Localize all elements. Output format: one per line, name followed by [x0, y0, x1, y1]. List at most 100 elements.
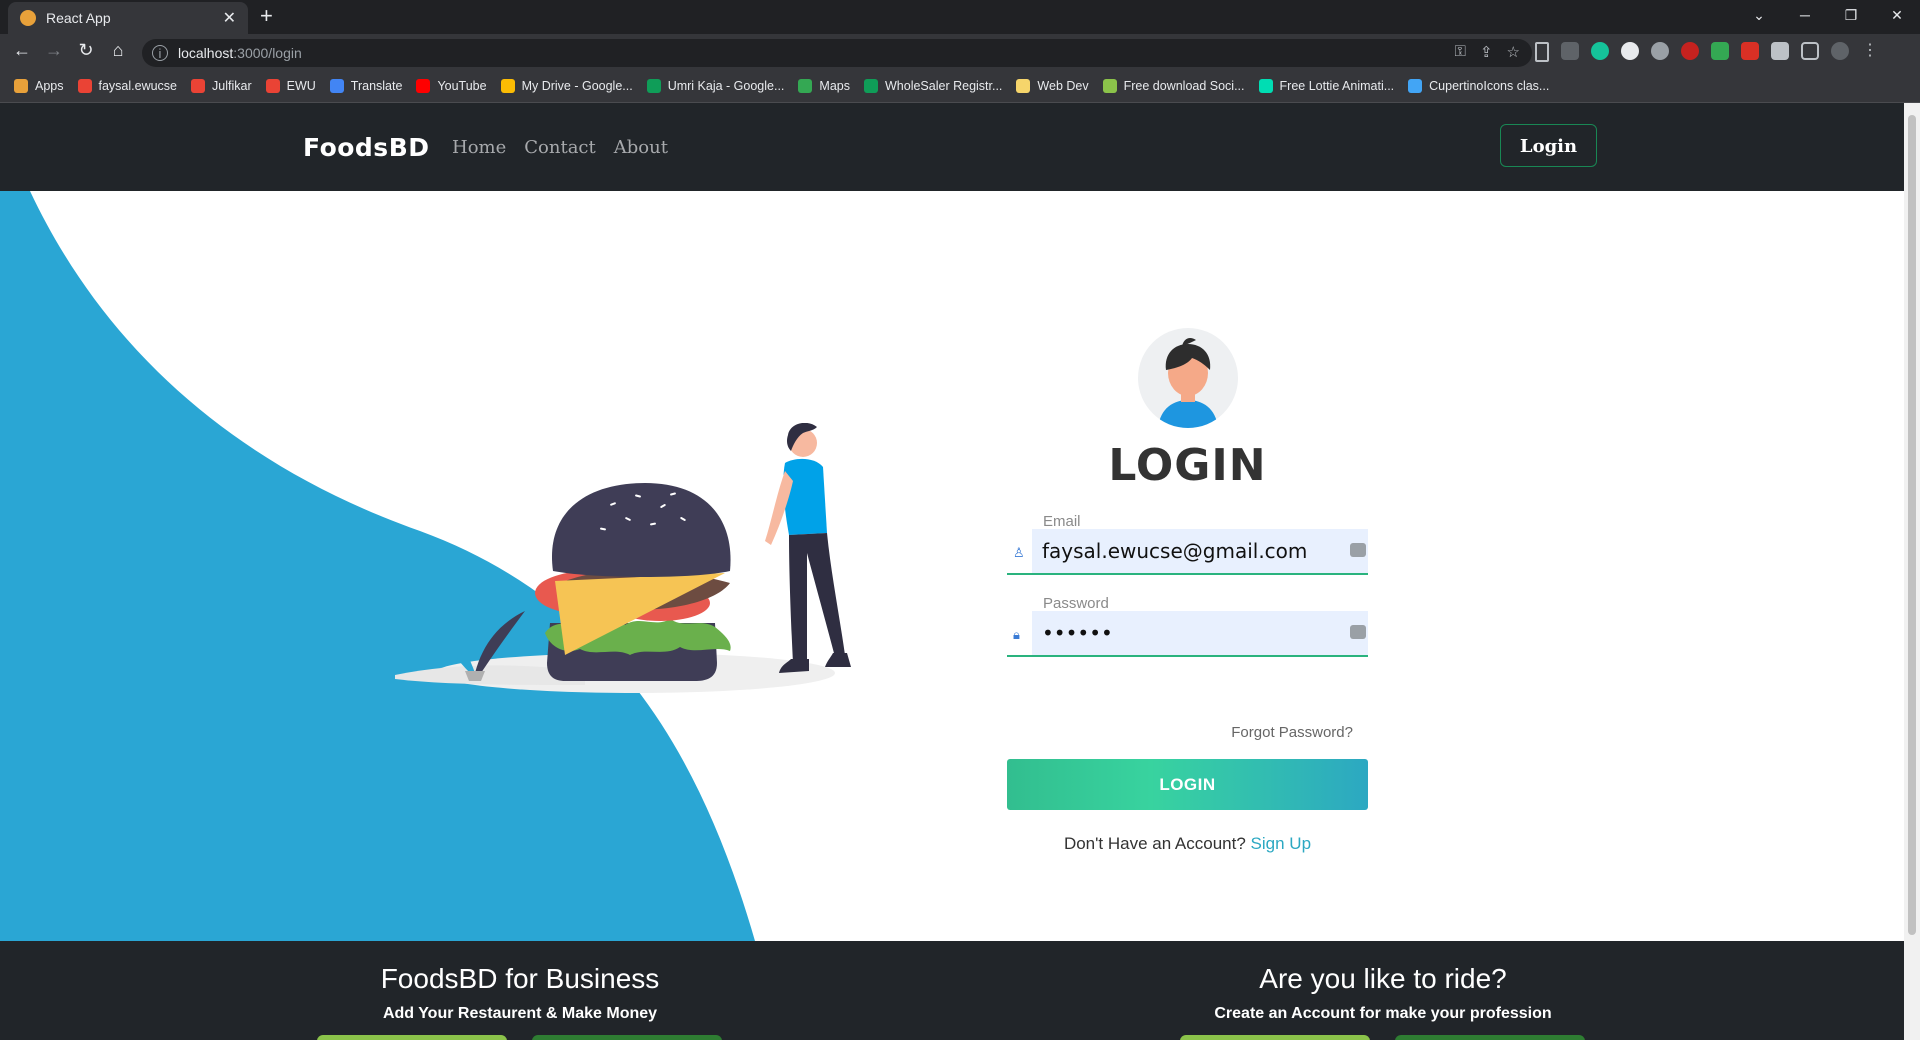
shield-extension-icon[interactable]	[1711, 42, 1729, 60]
back-icon[interactable]: ←	[10, 40, 34, 61]
maps-icon	[798, 79, 813, 93]
tab-close-icon[interactable]: ✕	[223, 8, 236, 28]
drive-icon	[500, 79, 515, 93]
business-subtitle: Add Your Restaurent & Make Money	[382, 1005, 658, 1022]
scrollbar-thumb[interactable]	[1908, 115, 1916, 935]
email-input[interactable]: faysal.ewucse@gmail.com	[1032, 529, 1368, 573]
menu-kebab-icon[interactable]: ⋮	[1861, 42, 1879, 60]
bookmark-label: Free download Soci...	[1123, 79, 1245, 93]
bookmark-item[interactable]: Apps	[14, 79, 64, 93]
youtube-icon	[416, 79, 431, 93]
home-icon[interactable]: ⌂	[106, 40, 130, 61]
autofill-key-icon[interactable]	[1350, 543, 1366, 557]
apps-grid-icon	[14, 79, 28, 93]
reload-icon[interactable]: ↻	[74, 40, 98, 61]
share-icon[interactable]: ⇪	[1480, 43, 1493, 61]
nav-contact-link[interactable]: Contact	[524, 137, 595, 158]
ride-button-1[interactable]	[1180, 1035, 1370, 1040]
bookmark-item[interactable]: EWU	[265, 79, 316, 93]
bookmark-item[interactable]: Maps	[798, 79, 850, 93]
sheets-icon	[646, 79, 661, 93]
profile-avatar-icon[interactable]	[1831, 42, 1849, 60]
bookmarks-bar: Apps faysal.ewucse Julfikar EWU Translate You…	[0, 70, 1920, 103]
red-extension-icon[interactable]	[1741, 42, 1759, 60]
forgot-password-link[interactable]: Forgot Password?	[1231, 724, 1353, 741]
nav-about-link[interactable]: About	[614, 137, 668, 158]
device-icon[interactable]	[1535, 42, 1549, 62]
restore-icon[interactable]: ❐	[1828, 7, 1874, 24]
business-section: FoodsBD for Business Add Your Restaurent…	[270, 963, 770, 1023]
bookmark-item[interactable]: Translate	[329, 79, 403, 93]
user-icon: ♙	[1013, 545, 1025, 560]
bookmark-item[interactable]: Free download Soci...	[1102, 79, 1245, 93]
tab-search-icon[interactable]: ⌄	[1736, 7, 1782, 24]
ublock-icon[interactable]	[1681, 42, 1699, 60]
bookmark-label: Julfikar	[212, 79, 252, 93]
bookmark-label: Umri Kaja - Google...	[667, 79, 785, 93]
navbar-login-button[interactable]: Login	[1500, 124, 1597, 167]
bookmark-item[interactable]: Julfikar	[191, 79, 252, 93]
sheets-icon	[864, 79, 878, 93]
login-heading: LOGIN	[1108, 440, 1267, 491]
bookmark-star-icon[interactable]: ☆	[1507, 43, 1520, 61]
no-account-text: Don't Have an Account?	[1063, 834, 1251, 853]
site-footer: FoodsBD for Business Add Your Restaurent…	[0, 941, 1904, 1040]
key-icon[interactable]: ⚿	[1455, 43, 1466, 61]
bookmark-item[interactable]: Free Lottie Animati...	[1258, 79, 1395, 93]
bookmark-label: WholeSaler Registr...	[885, 79, 1003, 93]
minimize-icon[interactable]: ─	[1782, 7, 1828, 23]
password-input[interactable]: ••••••	[1032, 611, 1368, 655]
window-controls: ⌄ ─ ❐ ✕	[1736, 0, 1920, 30]
bookmark-item[interactable]: faysal.ewucse	[77, 79, 178, 93]
gmail-icon	[191, 79, 206, 93]
ride-button-2[interactable]	[1395, 1035, 1585, 1040]
bookmark-item[interactable]: Umri Kaja - Google...	[646, 79, 785, 93]
business-button-2[interactable]	[532, 1035, 722, 1040]
user-avatar-icon	[1138, 328, 1238, 428]
ride-section: Are you like to ride? Create an Account …	[1133, 963, 1633, 1023]
bookmark-item[interactable]: My Drive - Google...	[500, 79, 633, 93]
address-bar[interactable]: i localhost:3000/login ⚿ ⇪ ☆	[142, 39, 1532, 67]
email-label: Email	[1043, 513, 1081, 530]
bookmark-item[interactable]: Web Dev	[1016, 79, 1089, 93]
extensions-puzzle-icon[interactable]	[1771, 42, 1789, 60]
side-panel-icon[interactable]	[1801, 42, 1819, 60]
bookmark-item[interactable]: CupertinoIcons clas...	[1408, 79, 1549, 93]
page-scrollbar[interactable]	[1904, 103, 1920, 1040]
bookmark-label: My Drive - Google...	[521, 79, 633, 93]
login-submit-button[interactable]: LOGIN	[1007, 759, 1368, 810]
password-field: Password 🔒︎ ••••••	[1007, 595, 1368, 657]
business-button-1[interactable]	[317, 1035, 507, 1040]
clock-extension-icon[interactable]	[1621, 42, 1639, 60]
email-field: Email ♙ faysal.ewucse@gmail.com	[1007, 513, 1368, 575]
nav-home-link[interactable]: Home	[452, 137, 506, 158]
bookmark-label: Translate	[350, 79, 403, 93]
nav-links: Home Contact About	[452, 137, 668, 158]
site-info-icon[interactable]: i	[152, 45, 168, 61]
business-title: FoodsBD for Business	[380, 963, 660, 994]
cloud-extension-icon[interactable]	[1651, 42, 1669, 60]
grammarly-icon[interactable]	[1591, 42, 1609, 60]
browser-tab[interactable]: React App ✕	[8, 2, 248, 34]
burger-illustration	[395, 423, 851, 693]
autofill-key-icon[interactable]	[1350, 625, 1366, 639]
new-tab-button[interactable]: +	[260, 3, 273, 29]
bookmark-label: Free Lottie Animati...	[1279, 79, 1395, 93]
ride-title: Are you like to ride?	[1259, 963, 1507, 994]
signup-link[interactable]: Sign Up	[1251, 834, 1311, 853]
bookmark-label: CupertinoIcons clas...	[1429, 79, 1550, 93]
react-favicon-icon	[20, 10, 36, 26]
forward-icon[interactable]: →	[42, 40, 66, 61]
close-window-icon[interactable]: ✕	[1874, 7, 1920, 24]
bookmark-label: YouTube	[437, 79, 487, 93]
bookmark-label: faysal.ewucse	[98, 79, 178, 93]
bookmark-item[interactable]: WholeSaler Registr...	[864, 79, 1002, 93]
pen-extension-icon[interactable]	[1561, 42, 1579, 60]
bookmark-label: Maps	[819, 79, 850, 93]
lottie-icon	[1258, 79, 1273, 93]
bookmark-item[interactable]: YouTube	[416, 79, 487, 93]
signup-prompt: Don't Have an Account? Sign Up	[1007, 834, 1368, 854]
site-navbar: FoodsBD Home Contact About Login	[0, 103, 1904, 191]
translate-icon	[329, 79, 344, 93]
brand-logo[interactable]: FoodsBD	[303, 133, 430, 162]
